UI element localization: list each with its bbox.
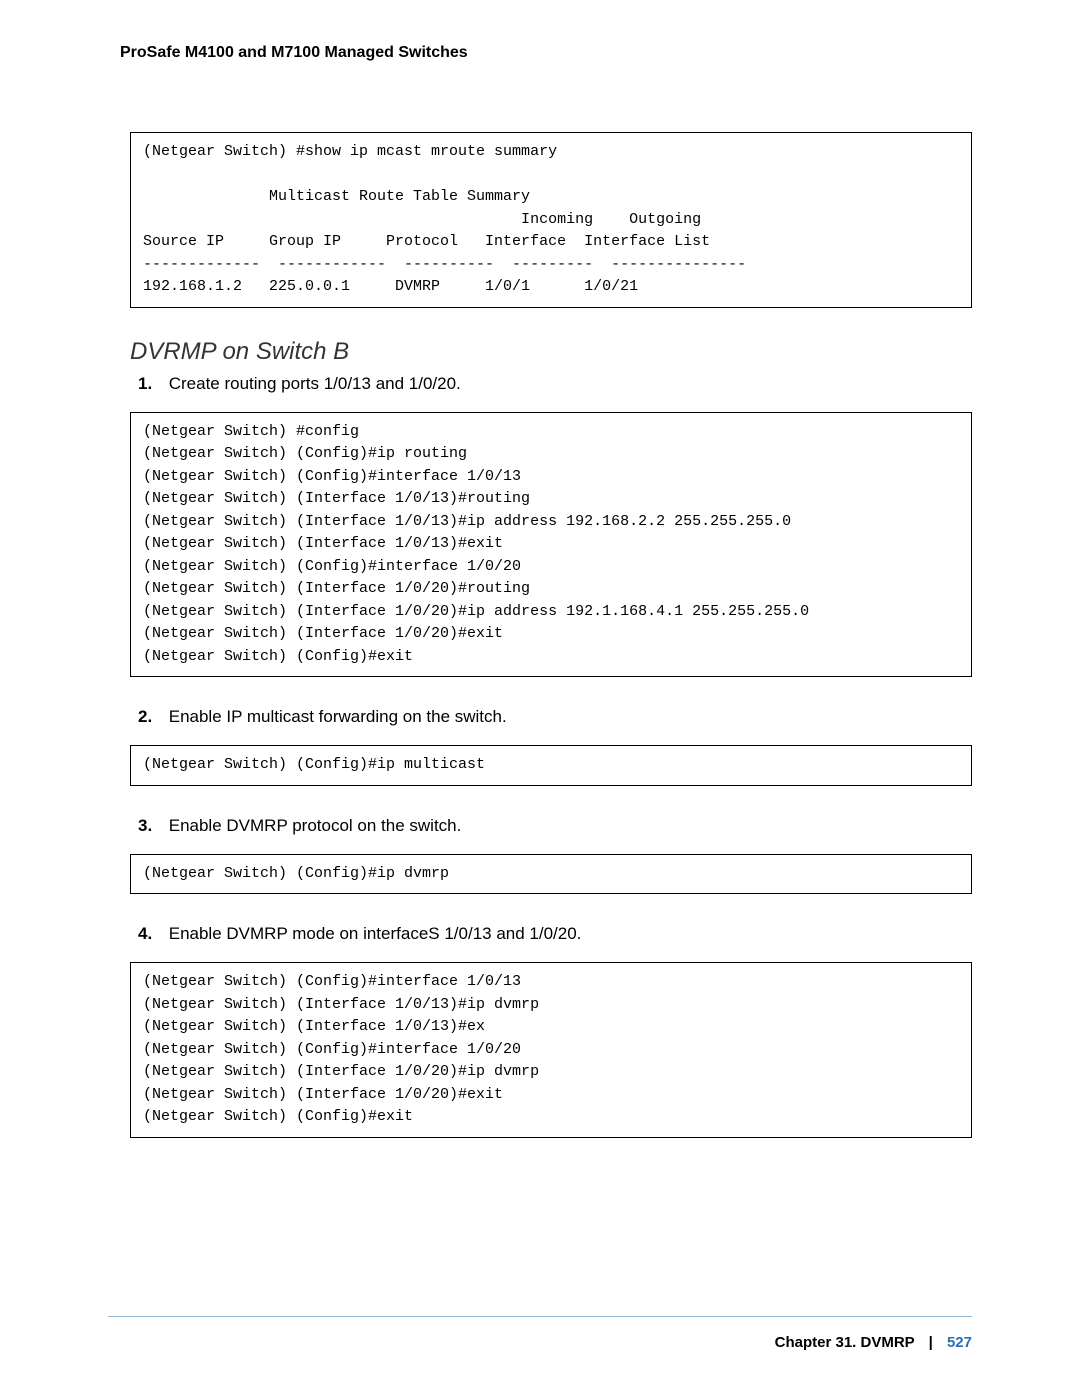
code-block-routing-ports: (Netgear Switch) #config (Netgear Switch… [130,412,972,678]
page: ProSafe M4100 and M7100 Managed Switches… [0,0,1080,1397]
step-text: Create routing ports 1/0/13 and 1/0/20. [169,374,461,393]
footer-chapter: Chapter 31. DVMRP [775,1334,915,1351]
step-text: Enable DVMRP protocol on the switch. [169,816,462,835]
code-block-ip-multicast: (Netgear Switch) (Config)#ip multicast [130,745,972,786]
footer-separator: | [919,1334,943,1351]
section-heading-dvrmp-switch-b: DVRMP on Switch B [130,338,972,366]
code-block-mroute-summary: (Netgear Switch) #show ip mcast mroute s… [130,132,972,308]
step-text: Enable DVMRP mode on interfaceS 1/0/13 a… [169,924,582,943]
footer-page-number: 527 [947,1334,972,1351]
footer-rule [108,1316,972,1317]
step-3: 3. Enable DVMRP protocol on the switch. [138,816,972,836]
step-2: 2. Enable IP multicast forwarding on the… [138,707,972,727]
step-text: Enable IP multicast forwarding on the sw… [169,707,507,726]
code-block-ip-dvmrp: (Netgear Switch) (Config)#ip dvmrp [130,854,972,895]
step-number: 4. [138,924,164,944]
step-4: 4. Enable DVMRP mode on interfaceS 1/0/1… [138,924,972,944]
step-number: 1. [138,374,164,394]
code-block-dvmrp-interfaces: (Netgear Switch) (Config)#interface 1/0/… [130,962,972,1138]
page-footer: Chapter 31. DVMRP | 527 [775,1334,972,1351]
running-head: ProSafe M4100 and M7100 Managed Switches [120,44,972,62]
step-number: 3. [138,816,164,836]
step-1: 1. Create routing ports 1/0/13 and 1/0/2… [138,374,972,394]
step-number: 2. [138,707,164,727]
